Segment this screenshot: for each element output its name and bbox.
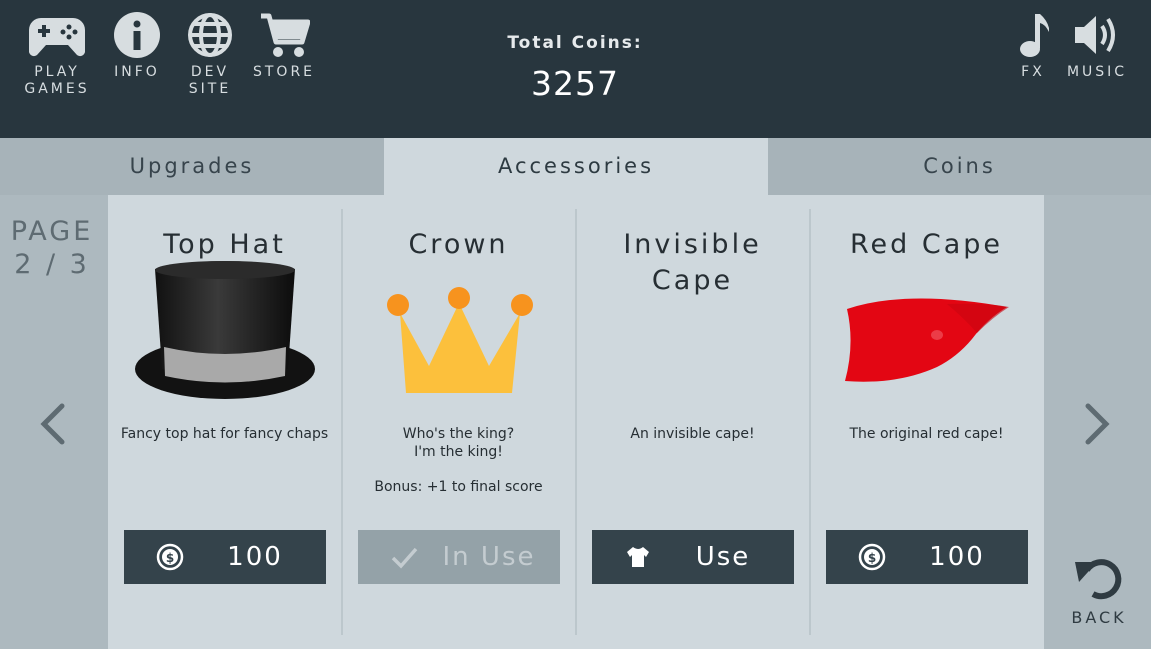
info-icon [114, 12, 160, 58]
use-invisible-cape-button[interactable]: Use [592, 530, 794, 584]
coin-icon: $ [858, 543, 886, 571]
crown-image [342, 283, 575, 402]
item-card-crown: Crown Who's the king? I'm the king! Bonu… [342, 195, 575, 649]
back-label: BACK [1071, 608, 1127, 627]
fx-toggle-button[interactable]: FX [998, 12, 1068, 81]
globe-icon [188, 13, 232, 57]
top-bar: PLAY GAMES INFO DEV SITE STORE Total Coi… [0, 0, 1151, 138]
item-card-top-hat: Top Hat Fancy top hat for fancy chaps $ [108, 195, 341, 649]
tab-coins[interactable]: Coins [768, 138, 1151, 195]
total-coins-label: Total Coins: [507, 33, 643, 53]
page-number: 2 / 3 [14, 249, 90, 280]
undo-arrow-icon [1075, 559, 1122, 600]
item-description: An invisible cape! [630, 426, 755, 442]
page-label: PAGE [10, 216, 94, 247]
store-label: STORE [252, 64, 316, 80]
store-button[interactable]: STORE [249, 12, 319, 81]
speaker-icon [1075, 16, 1115, 54]
play-games-label: PLAY GAMES [24, 64, 90, 97]
fx-label: FX [1021, 64, 1045, 80]
item-price: 100 [227, 542, 283, 572]
top-hat-image [108, 259, 341, 408]
item-title: Red Cape [849, 229, 1004, 260]
item-description: The original red cape! [849, 426, 1004, 442]
info-button[interactable]: INFO [102, 12, 172, 81]
item-description: Fancy top hat for fancy chaps [120, 426, 329, 442]
shirt-icon [627, 547, 649, 567]
music-label: MUSIC [1066, 64, 1128, 80]
page-indicator: PAGE 2 / 3 [0, 215, 104, 281]
left-panel: PAGE 2 / 3 [0, 195, 108, 649]
right-panel: BACK [1044, 195, 1151, 649]
chevron-left-icon [40, 403, 65, 445]
music-toggle-button[interactable]: MUSIC [1062, 12, 1132, 81]
chevron-right-icon [1085, 403, 1110, 445]
back-button[interactable]: BACK [1056, 552, 1142, 627]
item-title: Crown [408, 229, 509, 260]
item-title: Top Hat [163, 229, 286, 260]
check-icon [391, 547, 418, 569]
buy-top-hat-button[interactable]: $ 100 [124, 530, 326, 584]
item-card-invisible-cape: Invisible Cape An invisible cape! Use [576, 195, 809, 649]
svg-text:$: $ [868, 551, 876, 565]
info-label: INFO [114, 64, 160, 80]
total-coins-value: 3257 [531, 64, 619, 103]
music-note-icon [1020, 14, 1049, 57]
gamepad-icon [29, 18, 85, 57]
play-games-button[interactable]: PLAY GAMES [22, 12, 92, 98]
previous-page-button[interactable] [36, 400, 68, 452]
tab-accessories[interactable]: Accessories [384, 138, 768, 195]
red-cape-image [810, 289, 1043, 393]
item-bonus: Bonus: +1 to final score [374, 479, 543, 495]
crown-in-use-button[interactable]: In Use [358, 530, 560, 584]
dev-site-label: DEV SITE [188, 64, 232, 97]
item-title: Invisible Cape [623, 229, 762, 296]
category-tabs: Upgrades Accessories Coins [0, 138, 1151, 195]
coin-icon: $ [156, 543, 184, 571]
item-description: Who's the king? I'm the king! [402, 426, 515, 460]
next-page-button[interactable] [1082, 400, 1114, 452]
svg-text:$: $ [166, 551, 174, 565]
cart-icon [261, 13, 310, 57]
item-action: Use [695, 542, 751, 572]
item-status: In Use [442, 542, 536, 572]
tab-upgrades[interactable]: Upgrades [0, 138, 384, 195]
item-price: 100 [929, 542, 985, 572]
dev-site-button[interactable]: DEV SITE [175, 12, 245, 98]
item-card-red-cape: Red Cape The original red cape! $ 100 [810, 195, 1043, 649]
item-grid: Top Hat Fancy top hat for fancy chaps $ [108, 195, 1044, 649]
buy-red-cape-button[interactable]: $ 100 [826, 530, 1028, 584]
